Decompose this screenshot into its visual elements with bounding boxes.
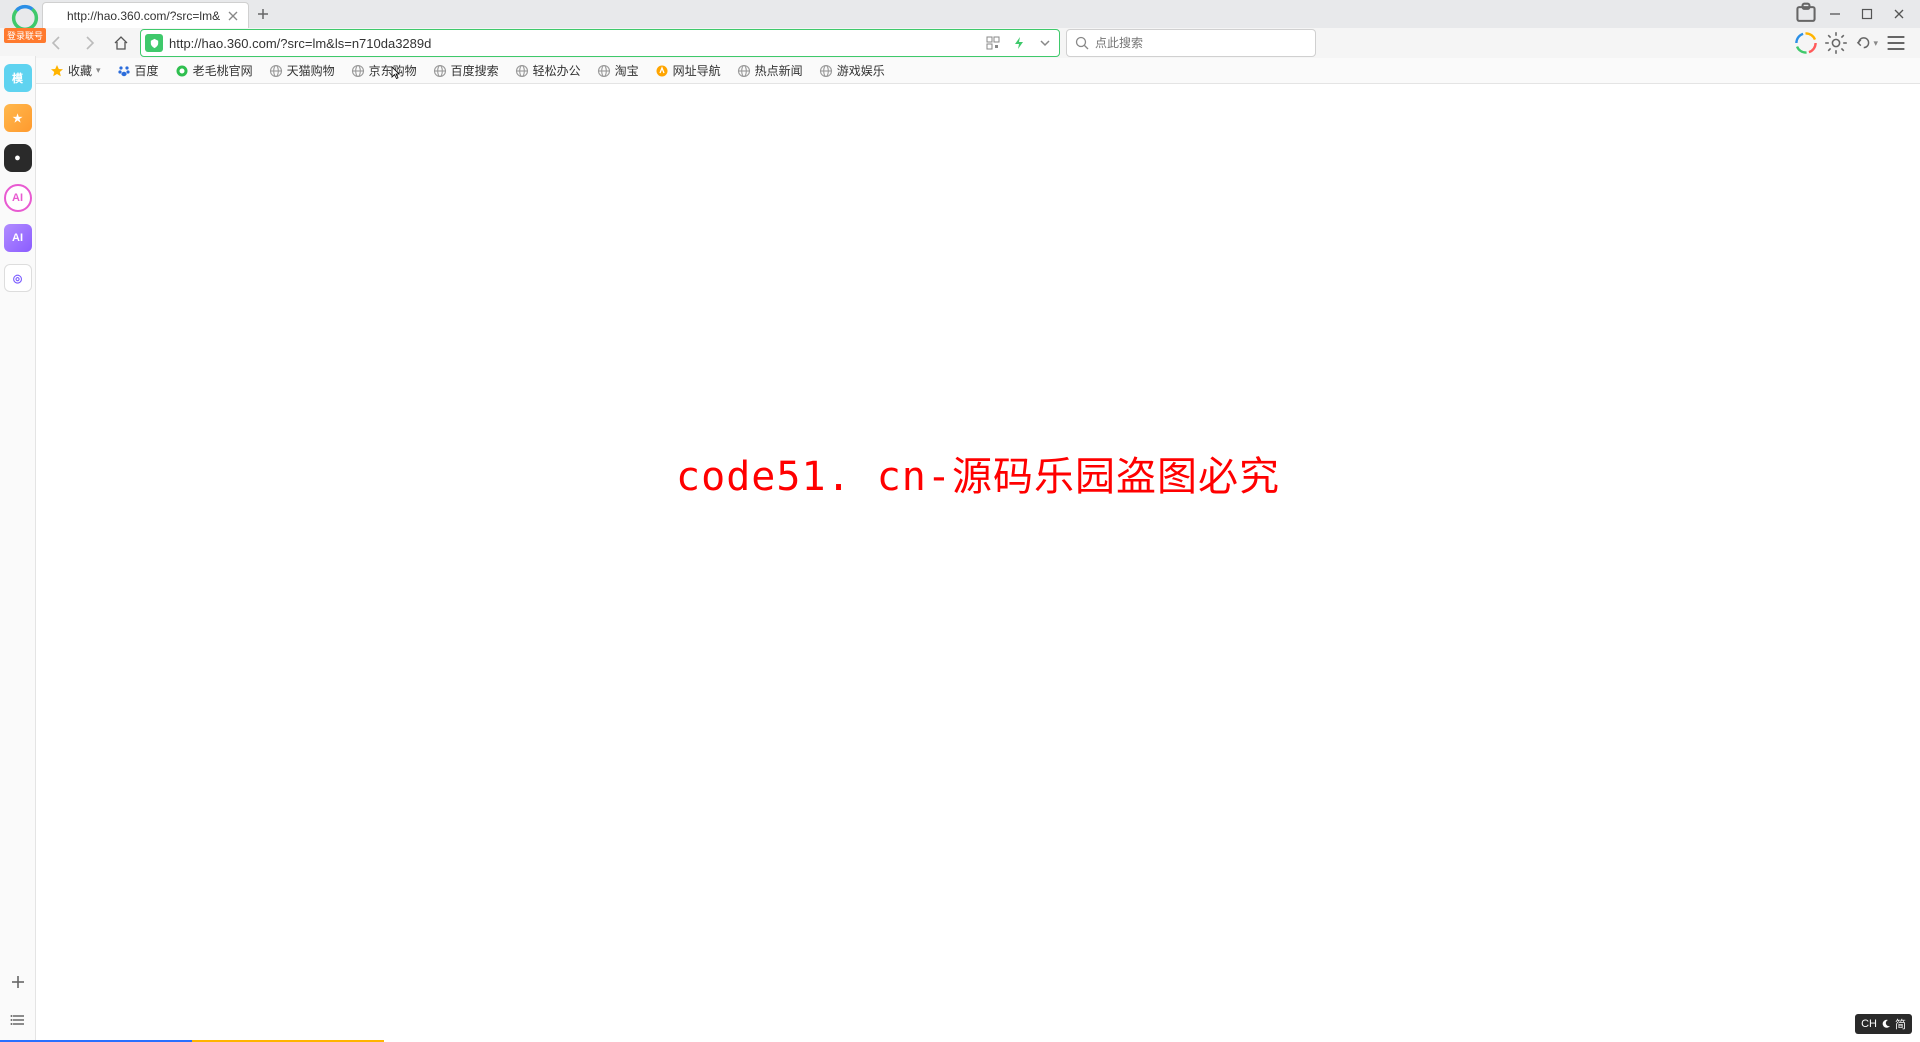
new-tab-button[interactable]: [249, 0, 277, 28]
undo-icon[interactable]: ▾: [1854, 31, 1878, 55]
sidebar-app-3[interactable]: ●: [4, 144, 32, 172]
bookmark-label: 百度: [135, 62, 159, 79]
sidebar-app-2[interactable]: ★: [4, 104, 32, 132]
bookmark-label: 京东购物: [369, 62, 417, 79]
qr-icon[interactable]: [983, 33, 1003, 53]
chevron-down-icon: ▾: [96, 65, 101, 76]
browser-logo: 登录联号: [4, 4, 46, 43]
bookmarks-bar: 收藏 ▾ 百度 老毛桃官网 天猫购物 京东购物 百度搜索 轻松办公 淘宝 网址导航 热点新闻 游戏…: [0, 58, 1920, 84]
bookmark-item-3[interactable]: 京东购物: [345, 60, 423, 81]
sidebar-app-1[interactable]: 模: [4, 64, 32, 92]
tab-strip: http://hao.360.com/?src=lm&: [0, 0, 1794, 28]
search-input[interactable]: [1095, 36, 1307, 50]
bookmark-item-2[interactable]: 天猫购物: [263, 60, 341, 81]
bookmark-label: 游戏娱乐: [837, 62, 885, 79]
maximize-button[interactable]: [1852, 3, 1882, 25]
search-bar[interactable]: [1066, 29, 1316, 57]
bookmark-item-1[interactable]: 老毛桃官网: [169, 60, 259, 81]
sidebar: 模 ★ ● AI AI ◎: [0, 56, 36, 1042]
bookmark-label: 百度搜索: [451, 62, 499, 79]
window-controls: [1794, 0, 1920, 28]
bookmark-item-8[interactable]: 热点新闻: [731, 60, 809, 81]
sidebar-app-5[interactable]: AI: [4, 224, 32, 252]
sidebar-app-4[interactable]: AI: [4, 184, 32, 212]
nav-bar: http://hao.360.com/?src=lm&ls=n710da3289…: [0, 28, 1920, 58]
bookmark-item-7[interactable]: 网址导航: [649, 60, 727, 81]
bookmark-item-5[interactable]: 轻松办公: [509, 60, 587, 81]
bookmark-item-9[interactable]: 游戏娱乐: [813, 60, 891, 81]
bookmark-item-6[interactable]: 淘宝: [591, 60, 645, 81]
ime-lang: CH: [1861, 1018, 1877, 1030]
menu-icon[interactable]: [1884, 31, 1908, 55]
bookmark-label: 淘宝: [615, 62, 639, 79]
shield-icon: [145, 34, 163, 52]
home-button[interactable]: [108, 30, 134, 56]
watermark-text: code51. cn-源码乐园盗图必究: [676, 444, 1280, 502]
favorites-button[interactable]: 收藏 ▾: [44, 60, 107, 81]
bookmark-label: 老毛桃官网: [193, 62, 253, 79]
title-bar: http://hao.360.com/?src=lm&: [0, 0, 1920, 28]
bookmark-item-0[interactable]: 百度: [111, 60, 165, 81]
ime-badge[interactable]: CH 简: [1855, 1014, 1912, 1034]
gear-icon[interactable]: [1824, 31, 1848, 55]
forward-button[interactable]: [76, 30, 102, 56]
sidebar-add-button[interactable]: [6, 970, 30, 994]
tab-active[interactable]: http://hao.360.com/?src=lm&: [42, 2, 249, 28]
bookmark-label: 天猫购物: [287, 62, 335, 79]
chevron-down-icon[interactable]: [1035, 33, 1055, 53]
favorites-label: 收藏: [68, 62, 92, 79]
address-bar[interactable]: http://hao.360.com/?src=lm&ls=n710da3289…: [140, 29, 1060, 57]
ime-mode: 简: [1895, 1016, 1906, 1032]
minimize-button[interactable]: [1820, 3, 1850, 25]
lightning-icon[interactable]: [1009, 33, 1029, 53]
star-icon: [50, 64, 64, 78]
sidebar-list-button[interactable]: [6, 1008, 30, 1032]
bookmark-label: 网址导航: [673, 62, 721, 79]
url-text[interactable]: http://hao.360.com/?src=lm&ls=n710da3289…: [169, 36, 977, 51]
color-circle-icon[interactable]: [1794, 31, 1818, 55]
moon-icon: [1881, 1019, 1891, 1029]
sidebar-app-6[interactable]: ◎: [4, 264, 32, 292]
page-content: code51. cn-源码乐园盗图必究: [36, 84, 1920, 1042]
bookmark-label: 热点新闻: [755, 62, 803, 79]
extension-icon[interactable]: [1794, 3, 1818, 25]
search-icon: [1075, 36, 1089, 50]
close-icon[interactable]: [226, 9, 240, 23]
login-badge[interactable]: 登录联号: [4, 28, 46, 43]
bookmark-item-4[interactable]: 百度搜索: [427, 60, 505, 81]
nav-right: ▾: [1794, 31, 1912, 55]
back-button[interactable]: [44, 30, 70, 56]
bookmark-label: 轻松办公: [533, 62, 581, 79]
close-window-button[interactable]: [1884, 3, 1914, 25]
tab-title: http://hao.360.com/?src=lm&: [67, 9, 220, 23]
tab-favicon: [51, 11, 61, 21]
